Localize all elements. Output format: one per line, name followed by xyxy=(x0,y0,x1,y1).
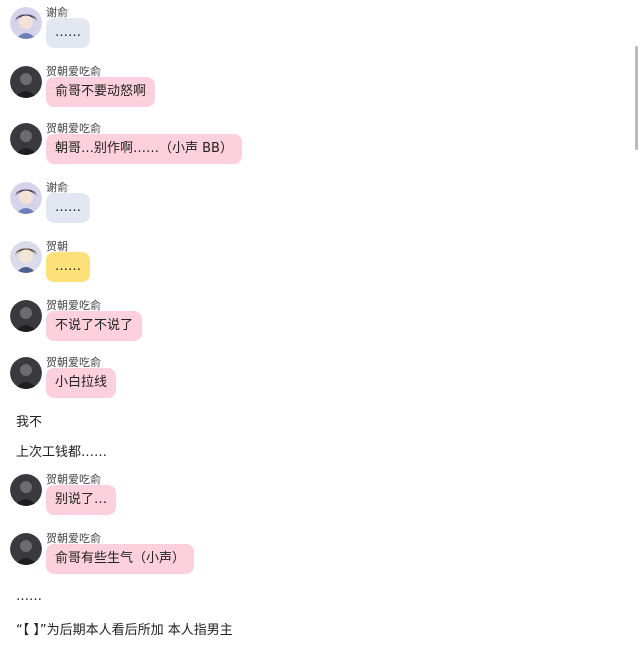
message-bubble[interactable]: 俞哥有些生气（小声） xyxy=(46,544,195,574)
scrollbar[interactable] xyxy=(635,46,638,150)
message-bubble[interactable]: 俞哥不要动怒啊 xyxy=(46,77,156,107)
hezhao-fan-avatar-icon[interactable] xyxy=(10,357,42,389)
narration-text: 上次工钱都…… xyxy=(16,445,108,460)
hezhao-fan-avatar-icon[interactable] xyxy=(10,123,42,155)
narration-text: 我不 xyxy=(16,415,43,430)
hezhao-fan-avatar-icon[interactable] xyxy=(10,300,42,332)
hezhao-fan-avatar-icon[interactable] xyxy=(10,474,42,506)
chat-screen: { "senders": { "xieyu": "谢俞", "hezhao_fa… xyxy=(0,0,640,648)
narration-text: …… xyxy=(16,589,42,604)
message-bubble[interactable]: 朝哥…别作啊……（小声 BB） xyxy=(46,134,242,164)
message-bubble[interactable]: …… xyxy=(46,18,90,48)
message-bubble[interactable]: 小白拉线 xyxy=(46,368,117,398)
message-bubble[interactable]: …… xyxy=(46,193,90,223)
hezhao-avatar-icon[interactable] xyxy=(10,241,42,273)
hezhao-fan-avatar-icon[interactable] xyxy=(10,533,42,565)
message-bubble[interactable]: …… xyxy=(46,252,90,282)
message-bubble[interactable]: 别说了… xyxy=(46,485,117,515)
footnote-text: “【 】”为后期本人看后所加 本人指男主 xyxy=(16,623,233,638)
xieyu-avatar-icon[interactable] xyxy=(10,182,42,214)
xieyu-avatar-icon[interactable] xyxy=(10,7,42,39)
hezhao-fan-avatar-icon[interactable] xyxy=(10,66,42,98)
message-bubble[interactable]: 不说了不说了 xyxy=(46,311,143,341)
